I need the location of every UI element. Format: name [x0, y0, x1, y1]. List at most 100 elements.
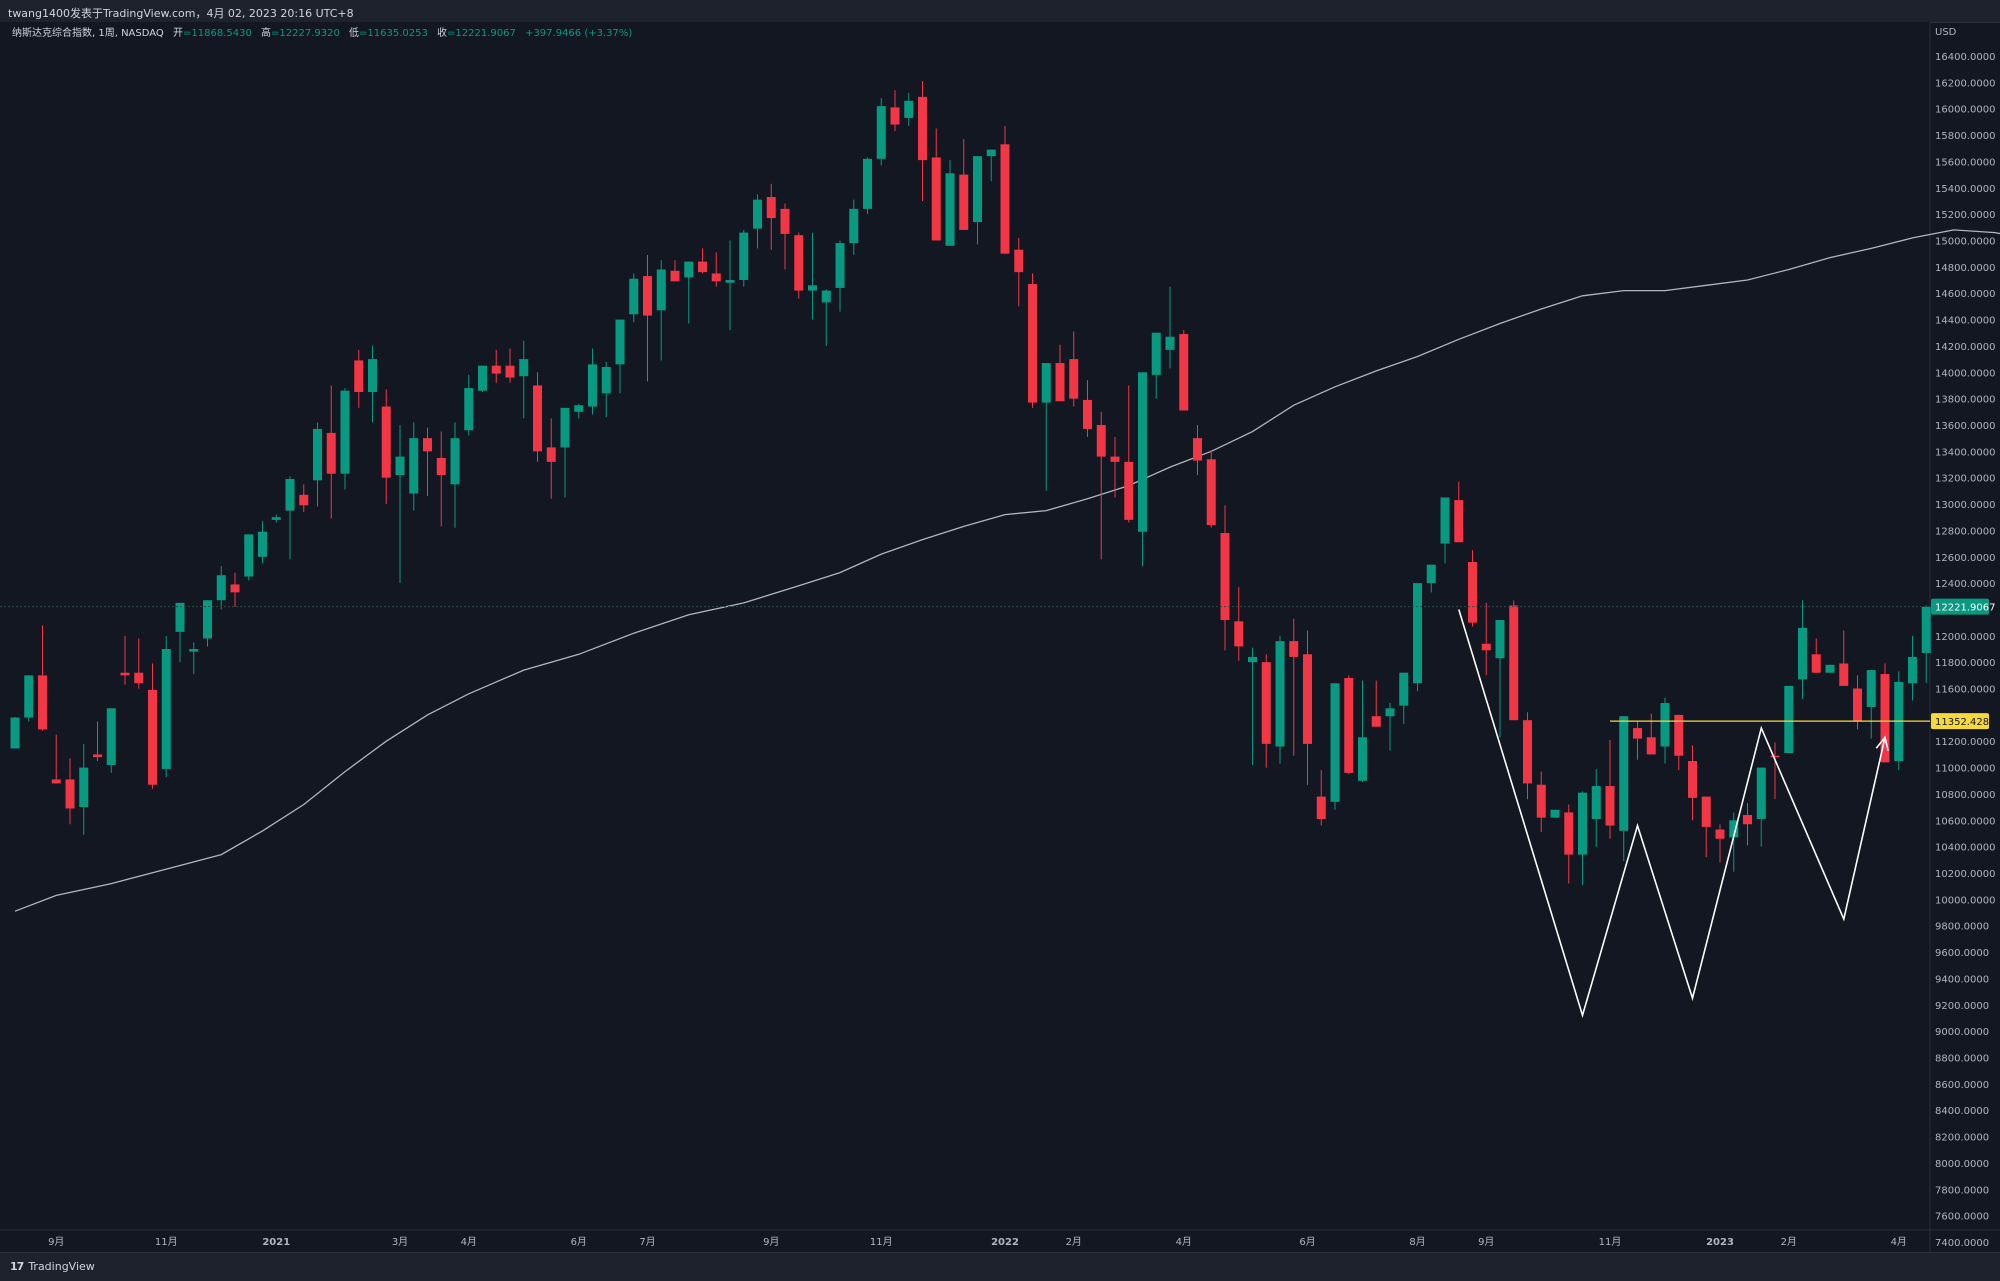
candle: [24, 675, 34, 722]
price-tick-label: 11200.0000: [1935, 737, 1995, 748]
candle: [794, 232, 804, 299]
price-chart[interactable]: 12221.9067 11352.4289 16400.0000 16200.000…: [0, 22, 2000, 1252]
candle-body: [643, 276, 652, 316]
price-tick-label: 9400.0000: [1935, 974, 1989, 985]
price-tick-label: 10000.0000: [1935, 895, 1995, 906]
candle-body: [1371, 716, 1381, 727]
candle-body: [863, 158, 872, 209]
candle-body: [698, 261, 707, 273]
candle-body: [1193, 438, 1202, 461]
candle-body: [1495, 620, 1505, 659]
price-tick-label: 13600.0000: [1935, 421, 1995, 432]
legend-change: +397.9466 (+3.37%): [525, 28, 632, 39]
price-tick-label: 16200.0000: [1935, 78, 1995, 89]
candle: [1550, 809, 1560, 818]
candle-body: [835, 243, 845, 288]
candle-body: [1440, 497, 1450, 544]
price-tick-label: 8400.0000: [1935, 1106, 1989, 1117]
tradingview-logo[interactable]: 17 TradingView: [10, 1260, 95, 1273]
candle-body: [1083, 399, 1092, 429]
candle-body: [409, 438, 419, 494]
candle-body: [464, 388, 474, 431]
time-tick-label: 4月: [461, 1236, 477, 1248]
candle-body: [1481, 643, 1491, 651]
candle-body: [1509, 605, 1519, 721]
price-tick-label: 7400.0000: [1935, 1238, 1989, 1249]
candle-body: [65, 779, 75, 809]
time-tick-label: 9月: [1478, 1236, 1494, 1248]
candle: [1330, 683, 1340, 810]
candle-body: [1234, 621, 1244, 647]
candle-body: [216, 575, 226, 601]
candle-body: [1784, 685, 1794, 754]
candle-body: [931, 157, 941, 241]
price-tick-label: 13200.0000: [1935, 474, 1995, 485]
candle-body: [491, 365, 501, 374]
candle-body: [918, 96, 927, 161]
candle-body: [354, 360, 364, 393]
price-tick-label: 14600.0000: [1935, 289, 1995, 300]
candle-body: [1151, 332, 1161, 375]
time-tick-label: 6月: [1299, 1236, 1315, 1248]
bottom-bar: 17 TradingView: [0, 1252, 2000, 1281]
candle-body: [821, 290, 831, 303]
time-tick-label: 7月: [639, 1236, 655, 1248]
candle-body: [1261, 662, 1271, 744]
candle-body: [1344, 677, 1354, 773]
candle: [533, 372, 542, 462]
price-tick-label: 12800.0000: [1935, 526, 1995, 537]
candle-body: [1330, 683, 1340, 802]
candle-body: [1536, 784, 1546, 818]
legend-close-label: 收: [437, 26, 447, 39]
candle-body: [1110, 456, 1120, 462]
candle-body: [285, 479, 295, 511]
candle-body: [1921, 606, 1931, 653]
time-axis[interactable]: 9月 11月 2021 3月 4月 6月 7月 9月 11月 2022 2月 4月 6月 8月 9月 11月 2…: [48, 1236, 1907, 1248]
candle-body: [904, 100, 914, 118]
candle-body: [148, 689, 157, 785]
candle: [1000, 125, 1010, 254]
candle-body: [1179, 334, 1189, 411]
legend-close: =12221.9067: [447, 28, 516, 39]
candle-body: [876, 106, 886, 159]
candle-body: [780, 208, 790, 234]
candle-body: [313, 428, 322, 481]
candle-body: [1578, 792, 1587, 855]
candle-body: [1564, 812, 1574, 855]
candle-body: [588, 364, 597, 407]
candle-body: [189, 649, 199, 652]
candle-body: [973, 156, 982, 223]
price-tick-label: 9800.0000: [1935, 922, 1989, 933]
candle-body: [1413, 583, 1422, 684]
candle-body: [1303, 654, 1312, 744]
candle-body: [615, 319, 625, 365]
publisher-line: twang1400发表于TradingView.com，4月 02, 2023 …: [8, 7, 354, 20]
candle-body: [574, 405, 584, 412]
candle-body: [244, 534, 254, 577]
candle-body: [395, 456, 405, 476]
legend-high: =12227.9320: [271, 28, 340, 39]
candle-body: [1866, 670, 1876, 707]
candle-body: [546, 447, 556, 462]
candle-body: [1550, 809, 1560, 818]
price-tick-label: 9000.0000: [1935, 1027, 1989, 1038]
candle-body: [890, 107, 900, 125]
price-tick-label: 8800.0000: [1935, 1054, 1989, 1065]
candle-body: [381, 406, 391, 478]
time-tick-label: 3月: [392, 1236, 408, 1248]
candle-body: [684, 261, 694, 278]
candle-body: [1358, 737, 1367, 781]
candle-body: [1660, 703, 1670, 747]
legend-high-label: 高: [261, 26, 271, 39]
candle: [1206, 450, 1216, 528]
candle-body: [959, 174, 969, 230]
time-tick-label: 11月: [870, 1236, 893, 1248]
candle-body: [766, 197, 776, 219]
candle-body: [1811, 654, 1821, 673]
price-tick-label: 10600.0000: [1935, 816, 1995, 827]
time-tick-label: 11月: [1599, 1236, 1622, 1248]
price-tick-label: 16400.0000: [1935, 52, 1995, 63]
candle-body: [1014, 249, 1024, 273]
candle-body: [1069, 359, 1079, 399]
candle-body: [1619, 716, 1629, 831]
